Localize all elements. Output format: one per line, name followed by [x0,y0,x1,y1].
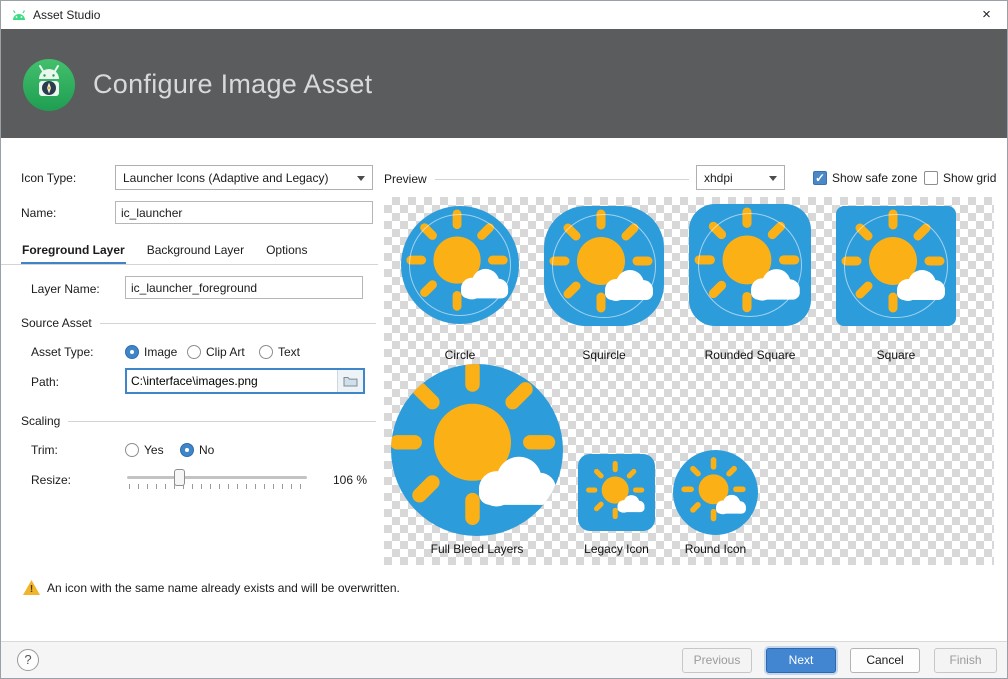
radio-asset-clipart[interactable]: Clip Art [187,344,245,360]
path-input[interactable] [127,372,337,390]
sun-cloud-art [391,364,563,536]
folder-icon [343,375,358,387]
preview-icon-circle [401,206,519,324]
preview-icon-legacy [578,454,655,531]
preview-label-legacy: Legacy Icon [558,542,675,556]
banner: Configure Image Asset [1,29,1008,138]
trim-label: Trim: [31,443,58,457]
layer-name-label: Layer Name: [31,282,100,296]
browse-folder-button[interactable] [337,370,363,392]
preview-label-squircle: Squircle [544,348,664,362]
radio-trim-yes-control[interactable] [125,443,139,457]
safe-zone-overlay [409,214,511,316]
preview-icon-round [673,450,758,535]
name-label: Name: [21,206,56,220]
cancel-button[interactable]: Cancel [850,648,920,673]
density-value: xhdpi [704,171,733,185]
window-title: Asset Studio [33,8,100,22]
radio-asset-text[interactable]: Text [259,344,300,360]
radio-trim-no[interactable]: No [180,442,214,458]
finish-button[interactable]: Finish [934,648,997,673]
android-studio-logo-icon [23,59,75,111]
icon-type-value: Launcher Icons (Adaptive and Legacy) [123,171,328,185]
show-grid-checkbox[interactable]: Show grid [924,170,996,186]
radio-asset-image-control[interactable] [125,345,139,359]
safe-zone-overlay [844,214,947,317]
next-button[interactable]: Next [766,648,836,673]
sun-cloud-art [678,455,753,530]
preview-title: Preview [384,172,427,186]
radio-trim-no-label: No [199,443,214,457]
preview-label-full-bleed: Full Bleed Layers [391,542,563,556]
preview-canvas: Circle Squircle Rounded Square Square Fu… [384,197,994,565]
preview-icon-square [836,206,956,326]
chevron-down-icon [769,176,777,181]
resize-label: Resize: [31,473,71,487]
tab-options[interactable]: Options [265,239,308,265]
tab-background-layer[interactable]: Background Layer [146,239,245,265]
slider-track [127,476,307,479]
separator-line [100,323,376,324]
radio-asset-image-label: Image [144,345,177,359]
preview-label-circle: Circle [401,348,519,362]
radio-trim-yes-label: Yes [144,443,164,457]
warning-text: An icon with the same name already exist… [47,581,400,595]
page-title: Configure Image Asset [93,69,372,100]
radio-trim-yes[interactable]: Yes [125,442,164,458]
density-select[interactable]: xhdpi [696,165,785,190]
preview-divider [435,179,689,180]
android-app-icon [11,9,27,21]
previous-button[interactable]: Previous [682,648,752,673]
layer-name-input[interactable] [125,276,363,299]
titlebar: Asset Studio × [1,1,1008,29]
preview-icon-squircle [544,206,664,326]
preview-label-round: Round Icon [673,542,758,556]
path-label: Path: [31,375,59,389]
icon-type-select[interactable]: Launcher Icons (Adaptive and Legacy) [115,165,373,190]
safe-zone-overlay [698,213,803,318]
radio-asset-clipart-control[interactable] [187,345,201,359]
preview-icon-full-bleed [391,364,563,536]
radio-trim-no-control[interactable] [180,443,194,457]
scaling-title: Scaling [21,414,60,428]
show-safe-zone-control[interactable] [813,171,827,185]
close-icon[interactable]: × [964,1,1008,29]
path-field [125,368,365,394]
scaling-separator: Scaling [21,414,376,428]
source-asset-separator: Source Asset [21,316,376,330]
icon-type-label: Icon Type: [21,171,76,185]
show-grid-control[interactable] [924,171,938,185]
radio-asset-clipart-label: Clip Art [206,345,245,359]
preview-icon-rounded-square [689,204,811,326]
preview-label-square: Square [836,348,956,362]
show-grid-label: Show grid [943,171,996,185]
help-button[interactable]: ? [17,649,39,671]
radio-asset-image[interactable]: Image [125,344,177,360]
asset-studio-dialog: Asset Studio × Configure Image Asset Ico… [0,0,1008,679]
slider-thumb[interactable] [174,469,185,486]
radio-asset-text-control[interactable] [259,345,273,359]
radio-asset-text-label: Text [278,345,300,359]
sun-cloud-art [583,459,651,527]
tabs-divider [1,264,378,265]
safe-zone-overlay [552,214,655,317]
resize-slider[interactable] [127,468,307,490]
show-safe-zone-label: Show safe zone [832,171,917,185]
source-asset-title: Source Asset [21,316,92,330]
preview-label-rounded-square: Rounded Square [689,348,811,362]
asset-type-label: Asset Type: [31,345,93,359]
name-input[interactable] [115,201,373,224]
show-safe-zone-checkbox[interactable]: Show safe zone [813,170,917,186]
layer-tabs: Foreground Layer Background Layer Option… [21,239,308,265]
resize-value: 106 % [333,473,367,487]
warning-icon [23,580,40,595]
separator-line [68,421,376,422]
chevron-down-icon [357,176,365,181]
tab-foreground-layer[interactable]: Foreground Layer [21,239,126,265]
footer: ? Previous Next Cancel Finish [1,641,1008,679]
slider-ticks [129,484,307,489]
